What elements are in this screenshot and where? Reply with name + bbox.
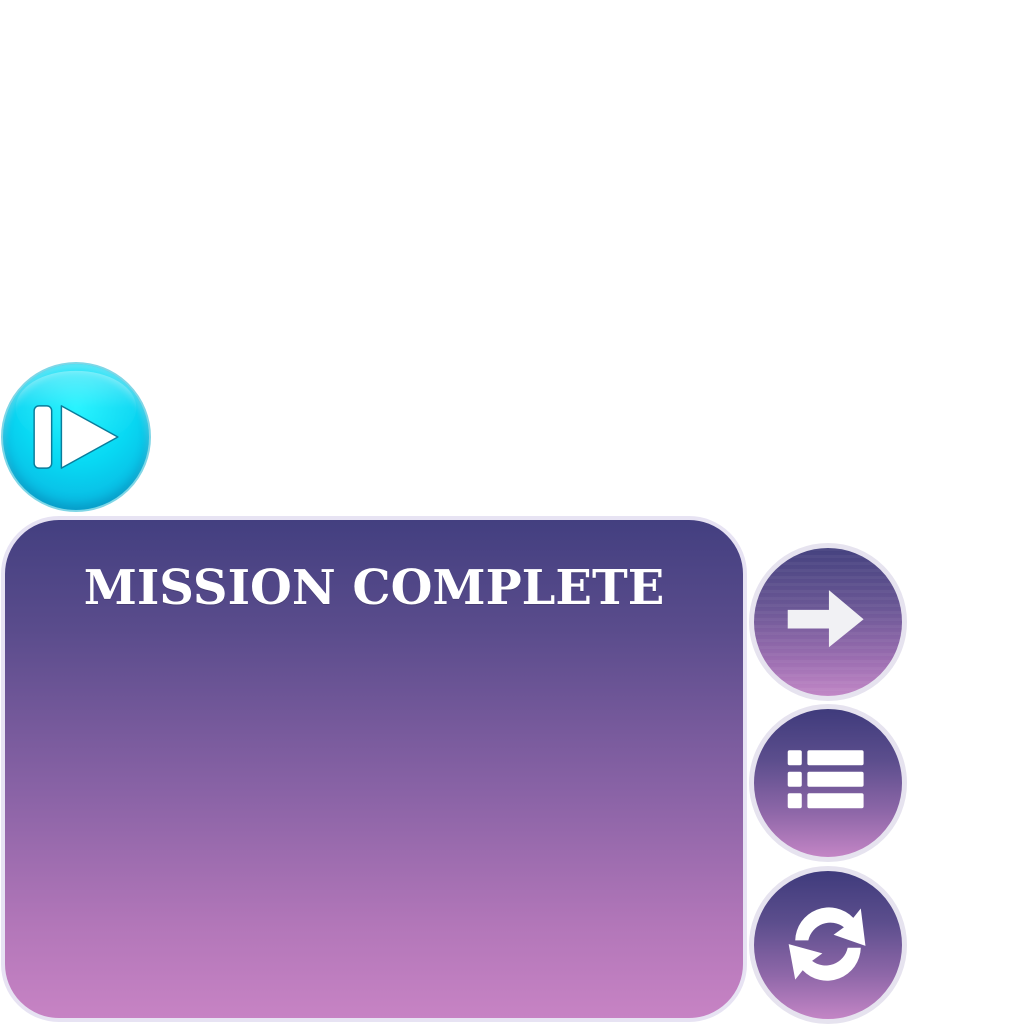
play-resume-icon xyxy=(15,370,137,469)
retry-button[interactable] xyxy=(749,866,907,1024)
game-screen: MISSION COMPLETE xyxy=(0,0,1024,1024)
level-menu-button[interactable] xyxy=(749,704,907,862)
mission-title: MISSION COMPLETE xyxy=(83,560,665,616)
next-level-button[interactable] xyxy=(749,543,907,701)
resume-button[interactable] xyxy=(1,362,151,512)
arrow-right-icon xyxy=(787,590,864,648)
mission-complete-panel: MISSION COMPLETE xyxy=(1,516,747,1022)
refresh-icon xyxy=(788,907,866,981)
list-menu-icon xyxy=(787,750,864,809)
